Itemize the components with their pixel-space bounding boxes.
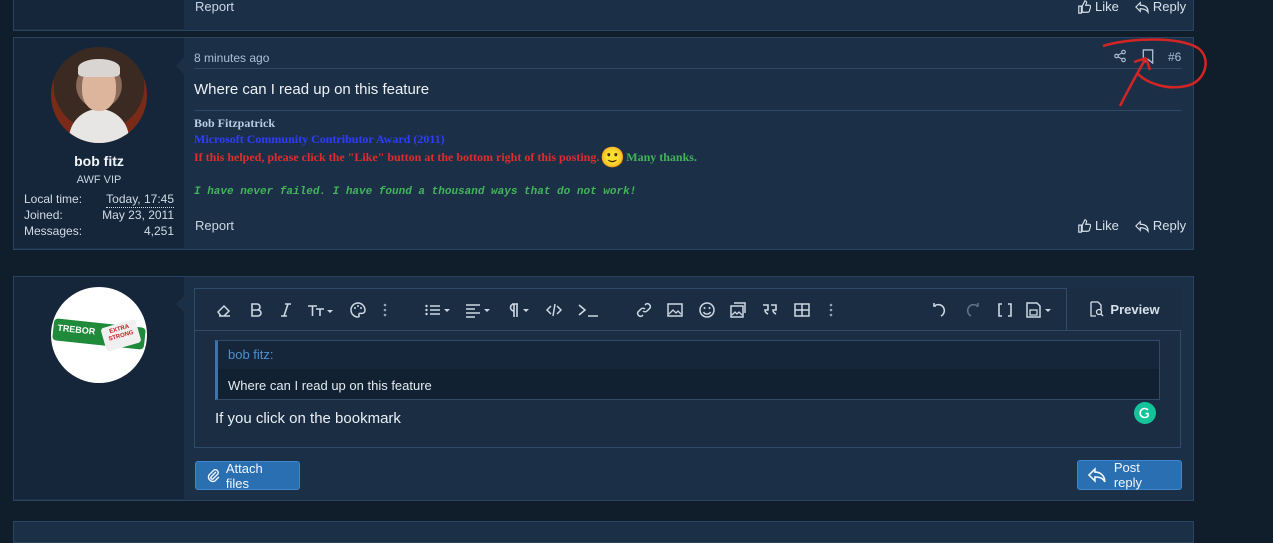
reply-arrow [176,296,184,312]
signature-thanks: Many thanks. [626,150,697,164]
attach-files-button[interactable]: Attach files [195,460,300,491]
reply-button[interactable]: Reply [1134,218,1187,233]
previous-post-user-column [14,0,184,29]
eraser-icon[interactable] [213,300,235,320]
terminal-icon[interactable] [575,300,601,320]
quote-author[interactable]: bob fitz: [228,347,274,362]
like-button[interactable]: Like [1077,0,1119,14]
post-header-divider [194,68,1182,69]
quote-text: Where can I read up on this feature [228,378,432,393]
author-stats: Local time: Today, 17:45 Joined: May 23,… [24,192,174,240]
stat-value: Today, 17:45 [106,192,174,208]
smiley-icon[interactable] [696,300,718,320]
palette-icon[interactable] [347,300,369,320]
stat-value: May 23, 2011 [102,208,174,222]
avatar-shirt [69,109,129,143]
stat-label: Joined: [24,208,63,222]
post-actions: Like Reply [1077,218,1186,233]
editor-text[interactable]: If you click on the bookmark [215,410,401,427]
brackets-icon[interactable] [994,300,1016,320]
undo-icon[interactable] [929,300,951,320]
preview-tab[interactable]: Preview [1066,288,1181,330]
save-draft-icon[interactable] [1024,300,1056,320]
reply-icon [1088,467,1106,483]
avatar-logo-right-text: EXTRA STRONG [108,323,135,343]
preview-icon [1090,301,1104,317]
signature-divider [194,110,1182,111]
like-label: Like [1095,0,1119,14]
stat-row-local-time: Local time: Today, 17:45 [24,192,174,208]
reply-icon [1134,0,1149,14]
post-reply-button[interactable]: Post reply [1077,460,1182,490]
editor-toolbar-divider [195,330,1180,331]
stat-label: Local time: [24,192,83,206]
more-vertical-icon[interactable] [377,300,393,320]
avatar-hair [78,59,120,77]
smiley-emoji-icon: 🙂 [600,147,626,169]
align-icon[interactable] [463,300,495,320]
italic-icon[interactable] [275,300,297,320]
previous-post-footer [13,0,1194,31]
reply-label: Reply [1152,218,1187,233]
post-arrow [176,58,184,74]
attach-files-label: Attach files [225,460,263,491]
reply-icon [1134,219,1149,233]
previous-post-actions: Like Reply [1077,0,1186,14]
like-label: Like [1095,218,1119,233]
signature-name: Bob Fitzpatrick [194,116,275,130]
avatar-logo-badge: EXTRA STRONG [100,318,142,352]
paragraph-icon[interactable] [503,300,535,320]
image-icon[interactable] [664,300,686,320]
thumbs-up-icon [1078,0,1091,14]
code-icon[interactable] [543,300,565,320]
author-avatar[interactable] [51,47,147,143]
redo-icon[interactable] [961,300,983,320]
signature-help-line: If this helped, please click the "Like" … [194,145,697,170]
signature-quote: I have never failed. I have found a thou… [194,186,637,198]
next-section-edge [13,521,1194,543]
preview-label: Preview [1110,301,1160,317]
author-title: AWF VIP [76,174,122,186]
current-user-avatar[interactable]: TREBOR EXTRA STRONG [51,287,147,383]
avatar-logo: TREBOR EXTRA STRONG [52,318,146,352]
post-message: Where can I read up on this feature [194,81,430,98]
red-annotation-circle [1102,38,1207,107]
quote-icon[interactable] [759,300,781,320]
list-icon[interactable] [423,300,455,320]
report-link[interactable]: Report [195,0,234,14]
author-name[interactable]: bob fitz [14,153,184,169]
media-icon[interactable] [727,300,749,320]
bold-icon[interactable] [245,300,267,320]
stat-value: 4,251 [143,224,174,238]
stat-label: Messages: [24,224,83,238]
link-icon[interactable] [633,300,655,320]
post-time[interactable]: 8 minutes ago [194,51,269,65]
post-reply-label: Post reply [1113,460,1142,490]
stat-row-joined: Joined: May 23, 2011 [24,208,174,224]
stat-row-messages: Messages: 4,251 [24,224,174,240]
grammarly-icon[interactable] [1134,402,1156,424]
avatar-logo-left-text: TREBOR [56,322,96,337]
post-report-link[interactable]: Report [195,218,234,233]
table-icon[interactable] [791,300,813,320]
thumbs-up-icon [1078,218,1091,233]
paperclip-icon [207,468,220,482]
reply-label: Reply [1152,0,1187,14]
text-size-icon[interactable] [305,300,337,320]
signature-help-text: If this helped, please click the "Like" … [194,150,600,164]
reply-button[interactable]: Reply [1134,0,1187,14]
more-vertical-icon[interactable] [823,300,839,320]
like-button[interactable]: Like [1077,218,1119,233]
